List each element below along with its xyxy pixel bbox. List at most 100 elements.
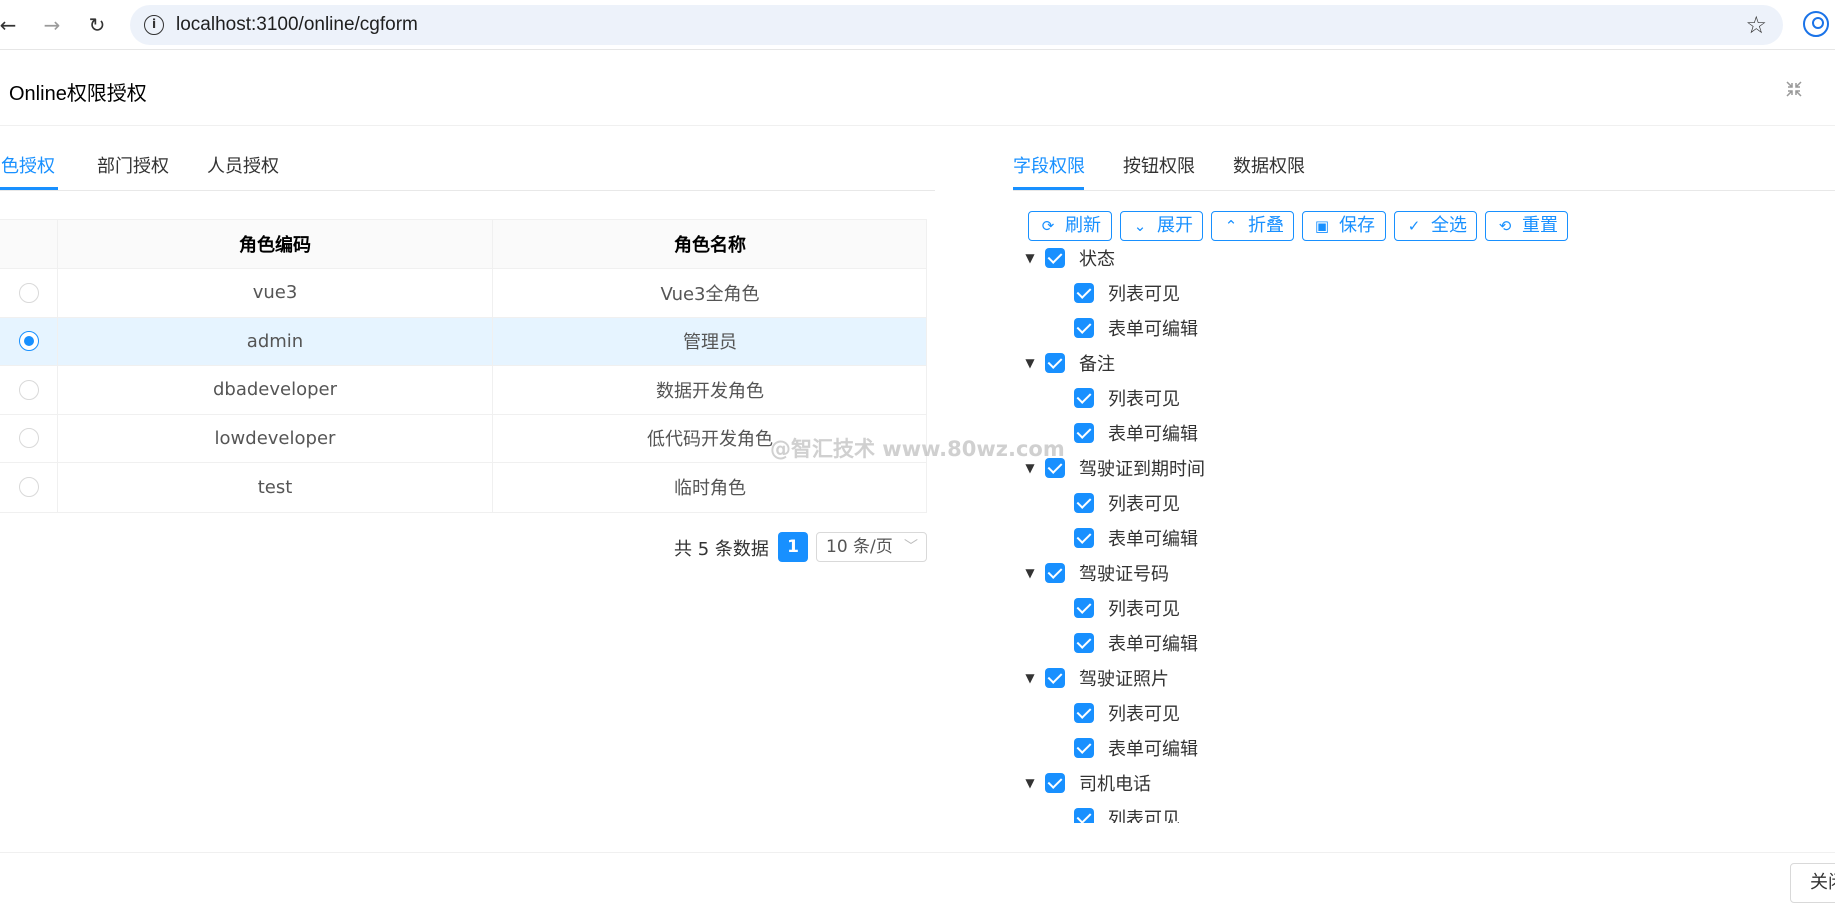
- tree-checkbox[interactable]: [1074, 632, 1094, 653]
- tree-node[interactable]: ▼ 备注: [1020, 345, 1115, 380]
- tree-leaf[interactable]: 列表可见: [1074, 590, 1180, 625]
- caret-down-icon[interactable]: ▼: [1020, 671, 1040, 685]
- expand-button[interactable]: ⌄ 展开: [1120, 211, 1203, 241]
- tab-button-permission[interactable]: 按钮权限: [1123, 152, 1195, 178]
- tree-node-label: 状态: [1079, 248, 1115, 270]
- row-radio[interactable]: [18, 282, 39, 303]
- exit-fullscreen-icon[interactable]: [1785, 80, 1807, 102]
- tree-node[interactable]: ▼ 驾驶证号码: [1020, 555, 1169, 590]
- tree-node-label: 列表可见: [1108, 808, 1180, 824]
- tabs-underline: [1013, 190, 1835, 191]
- back-icon[interactable]: ←: [0, 11, 22, 39]
- tree-checkbox[interactable]: [1074, 387, 1094, 408]
- header-divider: [0, 125, 1835, 126]
- refresh-icon: ⟳: [1041, 217, 1055, 235]
- caret-down-icon[interactable]: ▼: [1020, 251, 1040, 265]
- tree-checkbox[interactable]: [1074, 702, 1094, 723]
- tree-checkbox[interactable]: [1074, 597, 1094, 618]
- table-row[interactable]: dbadeveloper 数据开发角色: [0, 366, 926, 415]
- table-header: 角色编码 角色名称: [0, 220, 926, 269]
- address-bar[interactable]: i localhost:3100/online/cgform ☆: [130, 5, 1783, 45]
- right-tabs: 字段权限 按钮权限 数据权限: [1013, 140, 1835, 192]
- tree-checkbox[interactable]: [1045, 457, 1065, 478]
- reset-button[interactable]: ⟲ 重置: [1485, 211, 1568, 241]
- collapse-button[interactable]: ⌃ 折叠: [1211, 211, 1294, 241]
- role-name-cell: 临时角色: [674, 478, 746, 500]
- expand-circle-icon: ⌄: [1133, 217, 1147, 235]
- tab-user-auth[interactable]: 人员授权: [207, 152, 279, 178]
- tree-leaf[interactable]: 表单可编辑: [1074, 520, 1198, 555]
- bookmark-star-icon[interactable]: ☆: [1745, 11, 1767, 39]
- tab-data-permission[interactable]: 数据权限: [1233, 152, 1305, 178]
- field-permission-tree: ▼ 状态 列表可见 表单可编辑 ▼ 备注 列表可见 表单可编辑 ▼ 驾驶证到期时…: [1020, 240, 1835, 823]
- tree-leaf[interactable]: 表单可编辑: [1074, 730, 1198, 765]
- page-size-select[interactable]: 10 条/页 ﹀: [816, 532, 927, 562]
- caret-down-icon[interactable]: ▼: [1020, 356, 1040, 370]
- row-radio[interactable]: [18, 477, 39, 498]
- profile-icon[interactable]: [1803, 11, 1829, 37]
- tree-node-label: 表单可编辑: [1108, 738, 1198, 760]
- tree-checkbox[interactable]: [1074, 807, 1094, 823]
- row-radio[interactable]: [18, 331, 39, 352]
- refresh-button[interactable]: ⟳ 刷新: [1028, 211, 1112, 241]
- role-code-cell: test: [58, 463, 493, 512]
- tree-leaf[interactable]: 表单可编辑: [1074, 310, 1198, 345]
- tree-node[interactable]: ▼ 驾驶证照片: [1020, 660, 1169, 695]
- save-button[interactable]: ▣ 保存: [1302, 211, 1386, 241]
- tab-field-permission[interactable]: 字段权限: [1013, 152, 1085, 178]
- tree-leaf[interactable]: 列表可见: [1074, 800, 1180, 823]
- table-row[interactable]: test 临时角色: [0, 463, 926, 512]
- select-all-button[interactable]: ✓ 全选: [1394, 211, 1477, 241]
- tree-checkbox[interactable]: [1074, 282, 1094, 303]
- url-text[interactable]: localhost:3100/online/cgform: [176, 5, 418, 45]
- row-radio[interactable]: [18, 379, 39, 400]
- tree-checkbox[interactable]: [1045, 352, 1065, 373]
- tree-checkbox[interactable]: [1074, 317, 1094, 338]
- footer-divider: [0, 852, 1835, 853]
- tree-checkbox[interactable]: [1045, 667, 1065, 688]
- row-radio[interactable]: [18, 428, 39, 449]
- tree-checkbox[interactable]: [1045, 247, 1065, 268]
- tree-node[interactable]: ▼ 驾驶证到期时间: [1020, 450, 1205, 485]
- forward-icon[interactable]: →: [38, 11, 66, 39]
- tree-node[interactable]: ▼ 司机电话: [1020, 765, 1151, 800]
- role-code-cell: lowdeveloper: [58, 414, 493, 462]
- tree-checkbox[interactable]: [1045, 562, 1065, 583]
- tree-leaf[interactable]: 表单可编辑: [1074, 415, 1198, 450]
- role-name-cell: 管理员: [683, 332, 737, 354]
- tree-leaf[interactable]: 表单可编辑: [1074, 625, 1198, 660]
- tab-role-auth[interactable]: 角色授权: [0, 152, 55, 178]
- tree-leaf[interactable]: 列表可见: [1074, 275, 1180, 310]
- tree-checkbox[interactable]: [1074, 422, 1094, 443]
- tree-leaf[interactable]: 列表可见: [1074, 695, 1180, 730]
- tree-leaf[interactable]: 列表可见: [1074, 380, 1180, 415]
- caret-down-icon[interactable]: ▼: [1020, 566, 1040, 580]
- role-name-cell: Vue3全角色: [660, 283, 760, 305]
- table-row[interactable]: vue3 Vue3全角色: [0, 269, 926, 318]
- tree-node[interactable]: ▼ 状态: [1020, 240, 1115, 275]
- site-info-icon[interactable]: i: [144, 15, 164, 35]
- reload-icon[interactable]: ↻: [83, 11, 111, 39]
- tree-node-label: 列表可见: [1108, 283, 1180, 305]
- tree-node-label: 列表可见: [1108, 598, 1180, 620]
- role-code-cell: vue3: [58, 269, 493, 317]
- tree-checkbox[interactable]: [1045, 772, 1065, 793]
- tree-node-label: 备注: [1079, 353, 1115, 375]
- tree-checkbox[interactable]: [1074, 737, 1094, 758]
- left-tabs: 角色授权 部门授权 人员授权: [0, 140, 935, 192]
- tree-node-label: 驾驶证号码: [1079, 563, 1169, 585]
- close-button[interactable]: 关闭: [1790, 863, 1835, 903]
- tab-dept-auth[interactable]: 部门授权: [97, 152, 169, 178]
- tree-checkbox[interactable]: [1074, 527, 1094, 548]
- tree-checkbox[interactable]: [1074, 492, 1094, 513]
- table-row[interactable]: admin 管理员: [0, 317, 926, 366]
- tree-node-label: 表单可编辑: [1108, 318, 1198, 340]
- reset-icon: ⟲: [1498, 217, 1512, 235]
- select-column-header: [0, 220, 58, 268]
- pagination-page-1[interactable]: 1: [778, 532, 808, 562]
- tree-node-label: 列表可见: [1108, 703, 1180, 725]
- caret-down-icon[interactable]: ▼: [1020, 461, 1040, 475]
- caret-down-icon[interactable]: ▼: [1020, 776, 1040, 790]
- tree-leaf[interactable]: 列表可见: [1074, 485, 1180, 520]
- pagination-total: 共 5 条数据: [674, 539, 769, 560]
